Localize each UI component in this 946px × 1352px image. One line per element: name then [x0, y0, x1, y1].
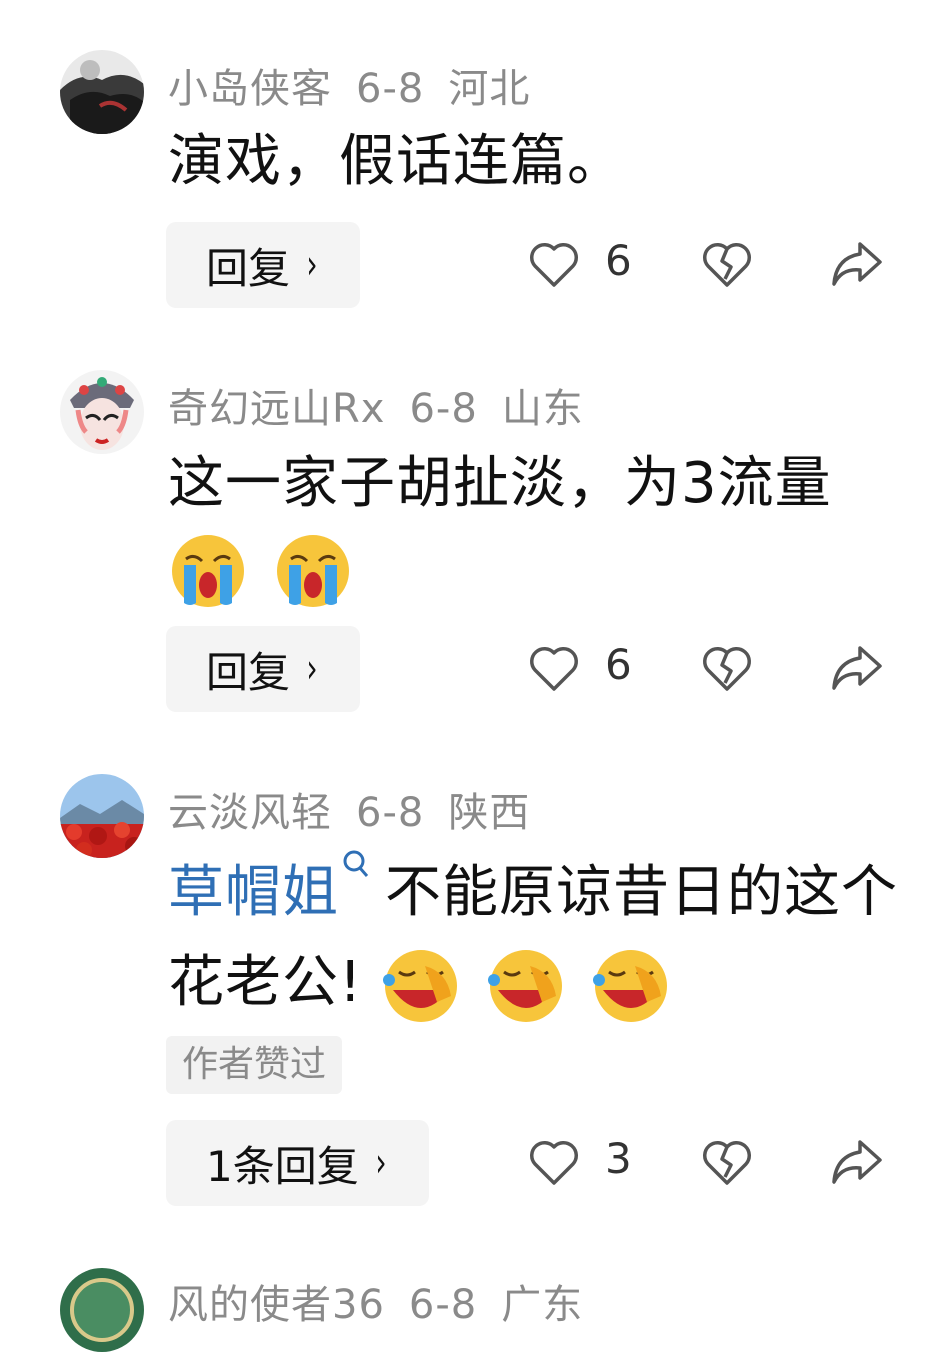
comment-date: 6-8: [409, 386, 478, 432]
username[interactable]: 奇幻远山Rx: [168, 386, 385, 432]
comment-text-body: 这一家子胡扯淡，为3流量: [168, 451, 832, 516]
comment-text-body: 演戏，假话连篇。: [168, 129, 624, 194]
laughing-crying-emoji: [488, 949, 563, 1022]
laughing-crying-emoji: [383, 949, 458, 1022]
comment-location: 陕西: [448, 790, 531, 836]
broken-heart-icon[interactable]: [700, 643, 754, 693]
broken-heart-icon[interactable]: [700, 239, 754, 289]
crying-emoji: [276, 534, 349, 607]
comment-meta: 风的使者36 6-8 广东: [168, 1272, 607, 1330]
like-count: 6: [605, 236, 632, 285]
comment-actions: 3: [0, 1120, 946, 1206]
avatar-image: [60, 1268, 144, 1352]
heart-icon[interactable]: [527, 643, 581, 693]
comment-text: 演戏，假话连篇。: [168, 120, 908, 204]
avatar-image: [60, 774, 144, 858]
avatar[interactable]: [60, 774, 144, 858]
avatar[interactable]: [60, 1268, 144, 1352]
broken-heart-icon[interactable]: [700, 1137, 754, 1187]
comment-location: 河北: [448, 66, 531, 112]
avatar-image: [60, 370, 144, 454]
comment-actions: 6: [0, 222, 946, 308]
share-icon[interactable]: [828, 238, 886, 290]
avatar[interactable]: [60, 50, 144, 134]
heart-icon[interactable]: [527, 239, 581, 289]
comment-meta: 奇幻远山Rx 6-8 山东: [168, 376, 608, 434]
username[interactable]: 云淡风轻: [168, 790, 332, 836]
heart-icon[interactable]: [527, 1137, 581, 1187]
share-icon[interactable]: [828, 642, 886, 694]
search-icon: [343, 850, 369, 877]
author-liked-badge: 作者赞过: [166, 1036, 343, 1094]
avatar[interactable]: [60, 370, 144, 454]
comment-date: 6-8: [408, 1282, 478, 1328]
comment-location: 山东: [501, 386, 584, 432]
comment-meta: 云淡风轻 6-8 陕西: [168, 780, 554, 838]
like-count: 6: [605, 640, 632, 689]
emoji-row: [168, 526, 908, 611]
comment-actions: 6: [0, 626, 946, 712]
laughing-crying-emoji: [592, 949, 667, 1022]
comment-location: 广东: [501, 1282, 584, 1328]
crying-emoji: [172, 534, 244, 607]
avatar-image: [60, 50, 144, 134]
username[interactable]: 小岛侠客: [168, 66, 332, 112]
comment-text: 草帽姐 不能原谅昔日的这个花老公!: [168, 848, 908, 1028]
comment-date: 6-8: [356, 790, 425, 836]
comment-date: 6-8: [356, 66, 425, 112]
comment-text: 这一家子胡扯淡，为3流量: [168, 442, 908, 611]
share-icon[interactable]: [828, 1136, 886, 1188]
comment-meta: 小岛侠客 6-8 河北: [168, 56, 554, 114]
username[interactable]: 风的使者36: [168, 1282, 385, 1328]
like-count: 3: [605, 1134, 632, 1183]
mention-link[interactable]: 草帽姐: [168, 860, 339, 925]
